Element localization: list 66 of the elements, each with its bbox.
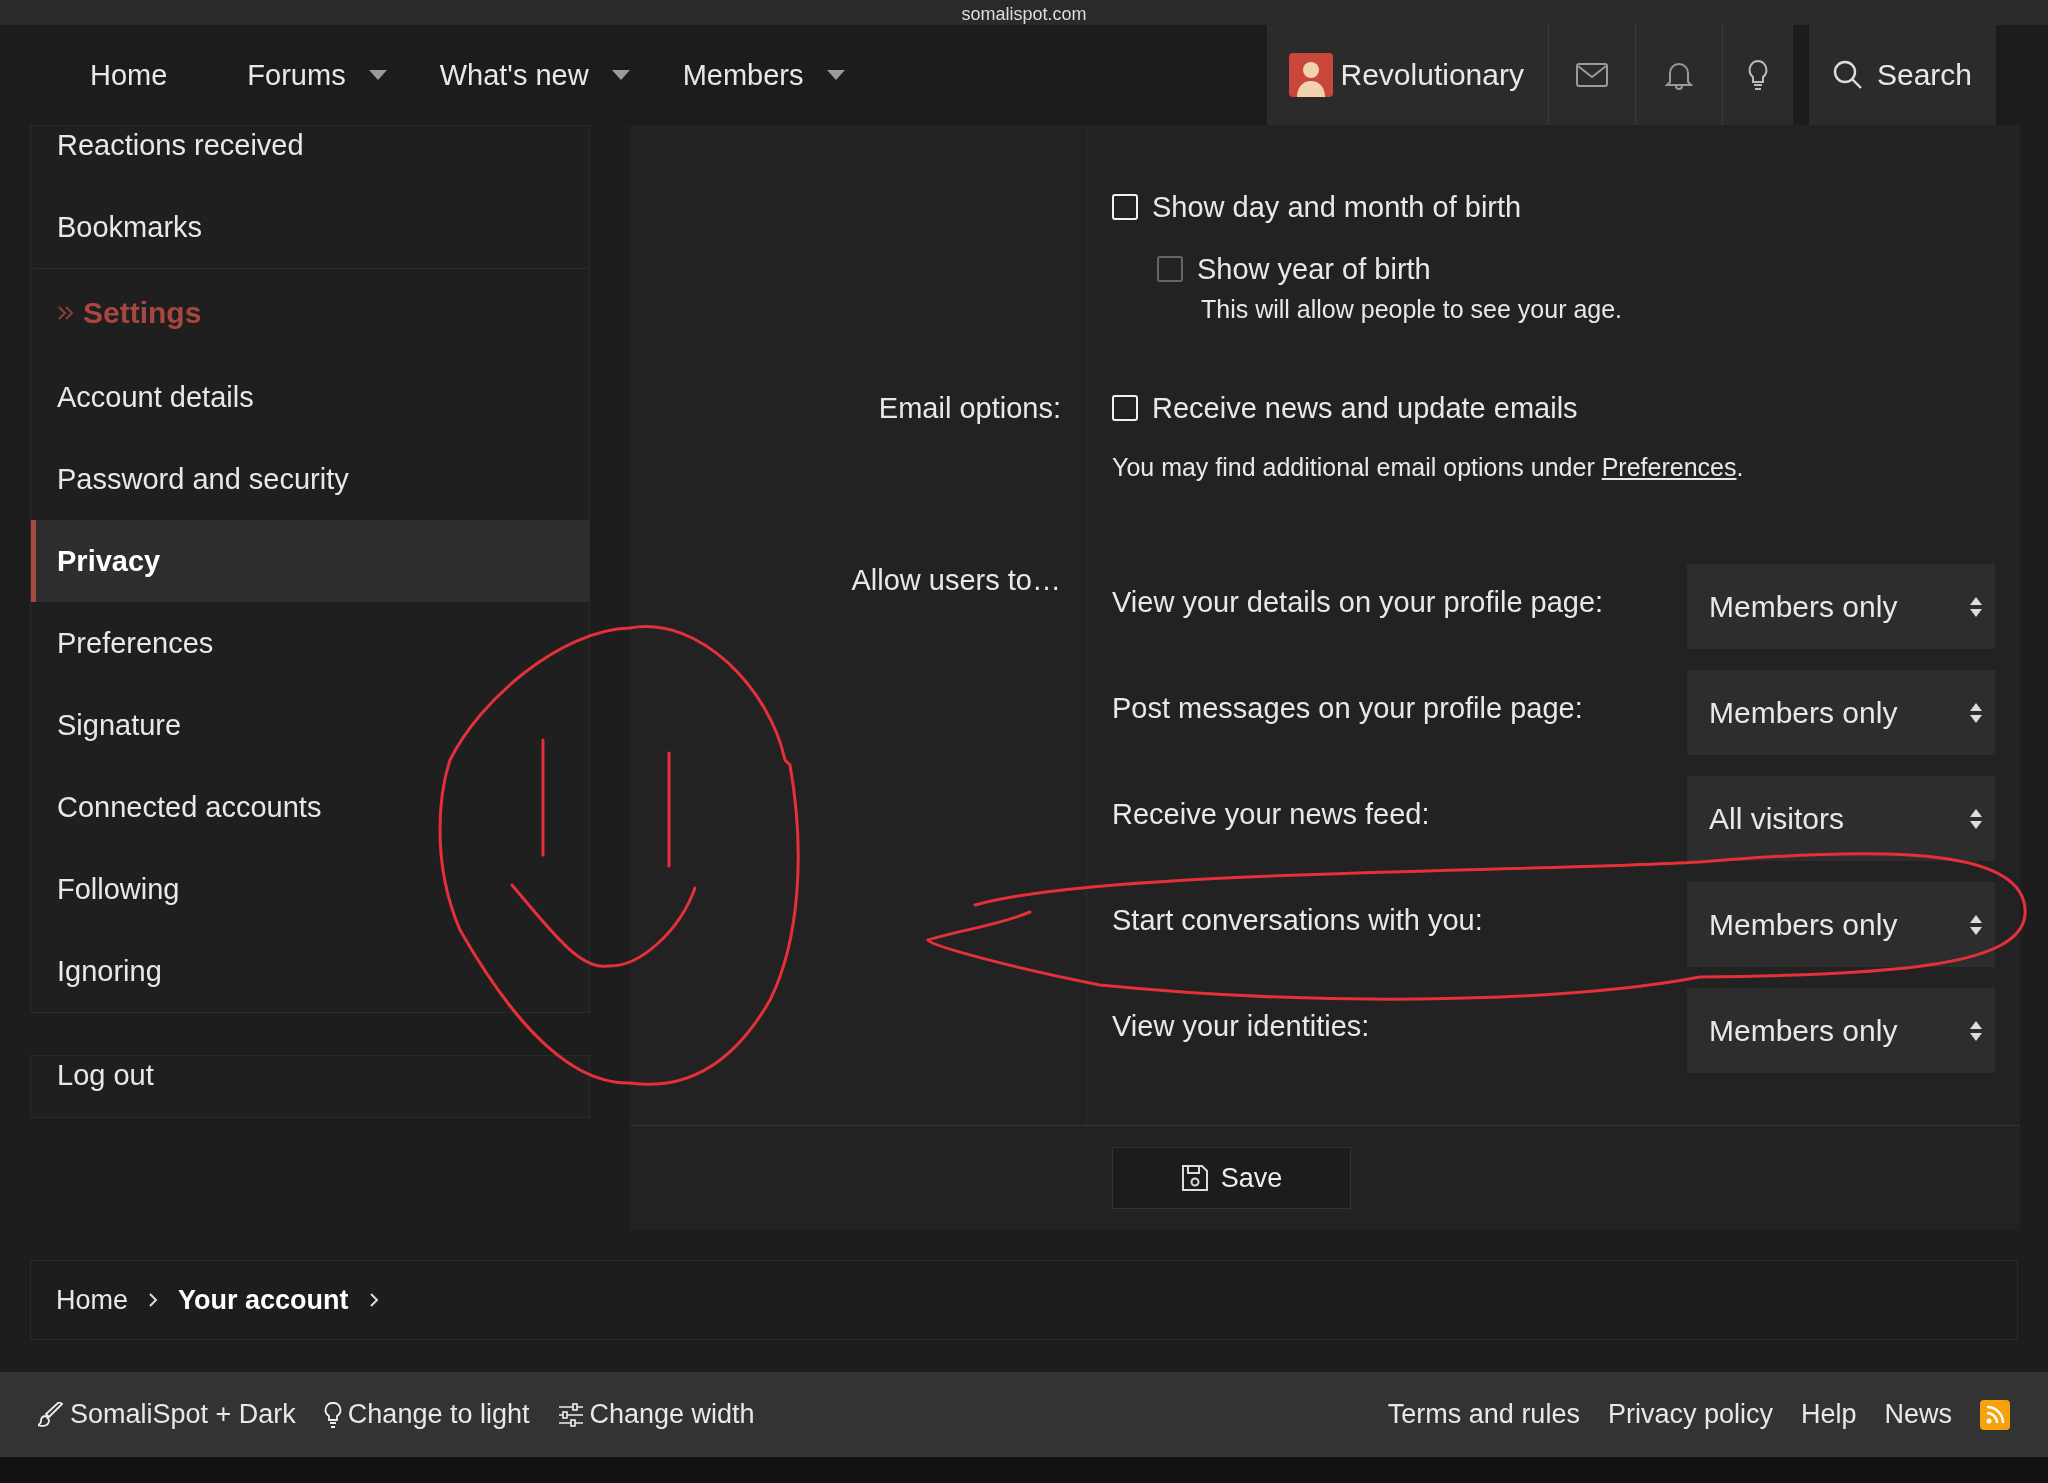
sort-arrows-icon: [1969, 807, 1983, 830]
search-button[interactable]: Search: [1808, 25, 1996, 125]
footer-link[interactable]: Change to light: [323, 1399, 530, 1430]
option-label: View your identities:: [1112, 1010, 1370, 1043]
lightbulb-icon: [1746, 59, 1769, 91]
checkbox-label: Show year of birth: [1197, 252, 1431, 286]
select-field[interactable]: Members only: [1687, 670, 1995, 755]
nav-link[interactable]: What's new: [439, 58, 631, 92]
hint-text: This will allow people to see your age.: [1200, 294, 1624, 324]
option-label: Post messages on your profile page:: [1112, 692, 1583, 725]
caret-icon: [367, 69, 388, 81]
sort-arrows-icon: [1969, 1019, 1983, 1042]
sidebar-item[interactable]: Following: [31, 848, 589, 930]
address-text: somalispot.com: [961, 3, 1087, 25]
chevron-icon: [148, 1292, 159, 1308]
select-field[interactable]: Members only: [1687, 882, 1995, 967]
envelope-icon: [1575, 63, 1608, 87]
footer-link[interactable]: Terms and rules: [1387, 1399, 1580, 1430]
sidebar-item[interactable]: Signature: [31, 684, 589, 766]
sidebar-item[interactable]: Account details: [31, 356, 589, 438]
sidebar-item[interactable]: Reactions received: [31, 126, 589, 187]
sort-arrows-icon: [1969, 595, 1983, 618]
nav-link[interactable]: Home: [90, 58, 168, 92]
breadcrumb-link[interactable]: Your account: [178, 1284, 349, 1316]
chevron-icon: [368, 1292, 379, 1308]
double-chevron-icon: [57, 304, 75, 321]
caret-icon: [825, 69, 846, 81]
rss-icon[interactable]: [1980, 1399, 2010, 1430]
breadcrumb-link[interactable]: Home: [56, 1284, 129, 1316]
sidebar-item[interactable]: Password and security: [31, 438, 589, 520]
select-field[interactable]: Members only: [1687, 988, 1995, 1073]
sliders-icon: [557, 1402, 584, 1427]
option-label: Start conversations with you:: [1112, 904, 1483, 937]
select-field[interactable]: Members only: [1687, 564, 1995, 649]
bell-icon: [1664, 60, 1693, 90]
avatar-icon: [1288, 53, 1333, 97]
sidebar-item[interactable]: Bookmarks: [31, 187, 589, 269]
sidebar-item[interactable]: Preferences: [31, 602, 589, 684]
sort-arrows-icon: [1969, 913, 1983, 936]
field-label: Allow users to…: [851, 563, 1061, 598]
sidebar-item[interactable]: Ignoring: [31, 930, 589, 1012]
caret-icon: [610, 69, 631, 81]
checkbox-label: Receive news and update emails: [1152, 391, 1578, 425]
checkbox-label: Show day and month of birth: [1152, 190, 1522, 224]
footer-link[interactable]: Change width: [557, 1399, 755, 1430]
footer-link[interactable]: Help: [1800, 1399, 1857, 1430]
option-label: Receive your news feed:: [1112, 798, 1430, 831]
search-icon: [1832, 60, 1863, 90]
brush-icon: [38, 1401, 64, 1428]
option-label: View your details on your profile page:: [1112, 586, 1604, 619]
footer-link[interactable]: News: [1884, 1399, 1952, 1430]
save-button[interactable]: Save: [1112, 1147, 1351, 1209]
footer-link[interactable]: Privacy policy: [1607, 1399, 1773, 1430]
nav-link[interactable]: Members: [682, 58, 846, 92]
sidebar-heading: Settings: [83, 295, 202, 330]
lightbulb-icon: [323, 1400, 342, 1429]
footer-link[interactable]: SomaliSpot + Dark: [38, 1399, 296, 1430]
select-field[interactable]: All visitors: [1687, 776, 1995, 861]
field-label: Email options:: [878, 391, 1061, 426]
sidebar-item[interactable]: Privacy: [31, 520, 589, 602]
sidebar-item[interactable]: Connected accounts: [31, 766, 589, 848]
note-text: You may find additional email options under Preferences.: [1112, 452, 1745, 482]
sort-arrows-icon: [1969, 701, 1983, 724]
logout-link[interactable]: Log out: [31, 1056, 589, 1117]
nav-link[interactable]: Forums: [247, 58, 388, 92]
preferences-link[interactable]: Preferences: [1601, 453, 1737, 481]
